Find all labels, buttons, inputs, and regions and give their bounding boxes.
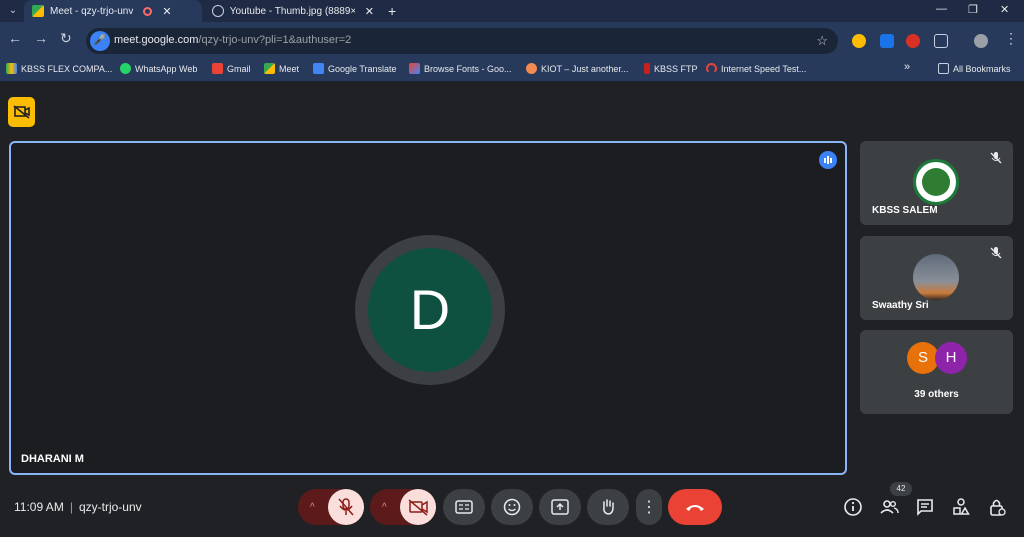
reactions-button[interactable] <box>491 489 533 525</box>
mic-off-icon <box>338 498 354 516</box>
close-tab-icon[interactable]: ✕ <box>365 5 374 18</box>
profile-avatar[interactable] <box>974 34 988 48</box>
extensions-puzzle-icon[interactable] <box>934 34 948 48</box>
extension-icon[interactable] <box>906 34 920 48</box>
address-bar[interactable]: 🎤 meet.google.com/qzy-trjo-unv?pli=1&aut… <box>86 28 838 54</box>
gmail-icon <box>212 63 223 74</box>
avatar: D <box>368 248 492 372</box>
bookmark-item[interactable]: Browse Fonts - Goo... <box>409 63 512 74</box>
video-off-icon <box>13 105 30 119</box>
bookmark-item[interactable]: Google Translate <box>313 63 397 74</box>
speaking-indicator-icon <box>819 151 837 169</box>
bookmark-item[interactable]: Meet <box>264 63 299 74</box>
new-tab-button[interactable]: + <box>388 2 396 20</box>
host-controls-lock-icon[interactable] <box>987 497 1007 517</box>
translate-icon <box>313 63 324 74</box>
meeting-code: qzy-trjo-unv <box>78 500 142 514</box>
avatar <box>913 159 959 205</box>
raise-hand-button[interactable] <box>587 489 629 525</box>
time: 11:09 AM <box>14 500 64 514</box>
tab-label: Youtube - Thumb.jpg (8889×50 <box>229 5 355 17</box>
fonts-icon <box>409 63 420 74</box>
captions-button[interactable] <box>443 489 485 525</box>
participant-name: DHARANI M <box>21 453 84 465</box>
participant-tile-swaathy-sri[interactable]: Swaathy Sri <box>860 236 1013 320</box>
minimize-icon[interactable]: — <box>936 3 947 15</box>
participant-count-badge: 42 <box>890 482 912 496</box>
emoji-icon <box>503 498 521 516</box>
drive-icon <box>6 63 17 74</box>
present-icon <box>551 499 569 515</box>
mic-control-group: ^ <box>298 489 364 525</box>
folder-icon <box>938 63 949 74</box>
hang-up-icon <box>686 505 704 511</box>
menu-icon[interactable]: ⋮ <box>1004 30 1018 47</box>
avatar <box>913 254 959 300</box>
ftp-icon <box>644 63 650 74</box>
participant-tile-kbss-salem[interactable]: KBSS SALEM <box>860 141 1013 225</box>
bookmark-item[interactable]: KBSS FLEX COMPA... <box>6 63 112 74</box>
bookmark-item[interactable]: Internet Speed Test... <box>706 63 806 74</box>
forward-icon[interactable]: → <box>34 30 48 46</box>
url-text[interactable]: meet.google.com/qzy-trjo-unv?pli=1&authu… <box>114 34 351 46</box>
participant-name: KBSS SALEM <box>872 205 938 216</box>
all-bookmarks[interactable]: All Bookmarks <box>938 63 1011 74</box>
speedtest-icon <box>706 63 717 74</box>
camera-control-group: ^ <box>370 489 436 525</box>
tab-meet[interactable]: Meet - qzy-trjo-unv ✕ <box>24 0 202 22</box>
back-icon[interactable]: ← <box>8 30 22 46</box>
leave-call-button[interactable] <box>668 489 722 525</box>
others-count-label: 39 others <box>914 389 959 400</box>
recording-icon <box>143 6 153 16</box>
tab-strip: ⌄ Meet - qzy-trjo-unv ✕ Youtube - Thumb.… <box>0 0 1024 22</box>
camera-toggle-button[interactable] <box>400 489 436 525</box>
chat-icon[interactable] <box>915 497 935 517</box>
present-screen-button[interactable] <box>539 489 581 525</box>
mic-off-icon <box>990 247 1002 259</box>
more-options-button[interactable]: ⋮ <box>636 489 662 525</box>
avatar-ring: D <box>355 235 505 385</box>
close-tab-icon[interactable]: ✕ <box>162 5 171 18</box>
video-off-icon <box>408 499 428 516</box>
kiot-icon <box>526 63 537 74</box>
extension-icon[interactable] <box>880 34 894 48</box>
tab-search-icon[interactable]: ⌄ <box>4 2 22 20</box>
globe-icon <box>212 5 224 17</box>
meet-icon <box>32 5 44 17</box>
bookmark-star-icon[interactable]: ☆ <box>816 33 828 49</box>
more-bookmarks-icon[interactable]: » <box>904 61 910 73</box>
meet-icon <box>264 63 275 74</box>
mic-options-chevron-icon[interactable]: ^ <box>310 502 315 513</box>
close-window-icon[interactable]: ✕ <box>1000 3 1009 16</box>
main-participant-tile[interactable]: D DHARANI M <box>9 141 847 475</box>
others-tile[interactable]: S H 39 others <box>860 330 1013 414</box>
more-vert-icon: ⋮ <box>641 499 657 516</box>
microphone-icon[interactable]: 🎤 <box>90 31 110 51</box>
bookmarks-bar: KBSS FLEX COMPA... WhatsApp Web Gmail Me… <box>0 58 1024 82</box>
bookmark-item[interactable]: KIOT – Just another... <box>526 63 628 74</box>
mic-toggle-button[interactable] <box>328 489 364 525</box>
mic-off-icon <box>990 152 1002 164</box>
camera-off-badge[interactable] <box>8 97 35 127</box>
maximize-icon[interactable]: ❐ <box>968 3 978 16</box>
activities-icon[interactable] <box>951 497 971 517</box>
extension-icon[interactable] <box>852 34 866 48</box>
bookmark-item[interactable]: WhatsApp Web <box>120 63 197 74</box>
avatar: H <box>935 342 967 374</box>
meeting-controls: 11:09 AM | qzy-trjo-unv ^ ^ ⋮ <box>0 480 1024 537</box>
closed-captions-icon <box>455 500 473 514</box>
meeting-details-info-icon[interactable] <box>843 497 863 517</box>
hand-icon <box>603 499 614 515</box>
participant-name: Swaathy Sri <box>872 300 929 311</box>
reload-icon[interactable]: ↻ <box>60 30 72 47</box>
tab-label: Meet - qzy-trjo-unv <box>50 5 134 17</box>
tab-youtube[interactable]: Youtube - Thumb.jpg (8889×50 ✕ <box>204 0 382 22</box>
bookmark-item[interactable]: KBSS FTP <box>644 63 698 74</box>
meeting-info: 11:09 AM | qzy-trjo-unv <box>14 500 142 514</box>
people-icon[interactable] <box>879 497 899 517</box>
bookmark-item[interactable]: Gmail <box>212 63 251 74</box>
camera-options-chevron-icon[interactable]: ^ <box>382 502 387 513</box>
whatsapp-icon <box>120 63 131 74</box>
